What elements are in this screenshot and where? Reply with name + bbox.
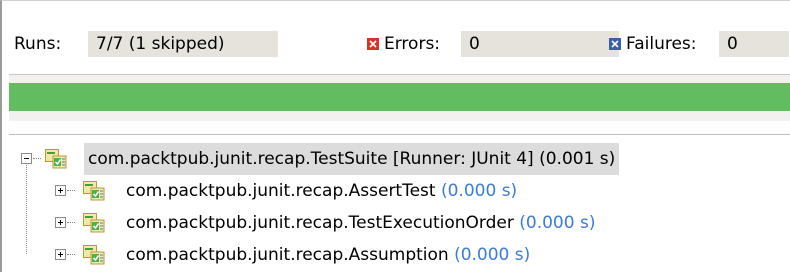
test-time: (0.000 s) — [519, 213, 596, 233]
tree-row-label: com.packtpub.junit.recap.Assumption (0.0… — [122, 239, 534, 271]
test-suite-ok-icon — [83, 181, 105, 201]
errors-label: Errors: — [384, 34, 441, 54]
counter-panel: Runs: 7/7 (1 skipped) Errors: 0 Failures… — [14, 31, 790, 57]
runs-value: 7/7 (1 skipped) — [88, 31, 278, 57]
error-icon — [367, 38, 379, 50]
test-time: (0.000 s) — [454, 245, 531, 265]
expand-toggle-icon[interactable] — [55, 217, 66, 228]
test-name: com.packtpub.junit.recap.AssertTest — [126, 181, 436, 201]
errors-value: 0 — [461, 31, 619, 57]
collapse-toggle-icon[interactable] — [21, 153, 32, 164]
test-tree[interactable]: com.packtpub.junit.recap.TestSuite [Runn… — [2, 139, 790, 272]
failures-label: Failures: — [626, 34, 697, 54]
progress-bar — [9, 74, 790, 121]
junit-view-panel: Runs: 7/7 (1 skipped) Errors: 0 Failures… — [0, 0, 790, 272]
tree-row-root[interactable]: com.packtpub.junit.recap.TestSuite [Runn… — [2, 143, 790, 175]
tree-row-label: com.packtpub.junit.recap.AssertTest (0.0… — [122, 175, 521, 207]
progress-bar-fill — [9, 83, 790, 111]
failure-icon — [609, 38, 621, 50]
test-name: com.packtpub.junit.recap.Assumption — [126, 245, 449, 265]
tree-connector — [67, 222, 75, 223]
divider — [9, 134, 790, 135]
tree-row[interactable]: com.packtpub.junit.recap.AssertTest (0.0… — [2, 175, 790, 207]
test-name: com.packtpub.junit.recap.TestExecutionOr… — [126, 213, 514, 233]
test-name: com.packtpub.junit.recap.TestSuite [Runn… — [88, 149, 534, 169]
test-time: (0.000 s) — [440, 181, 518, 201]
test-time: (0.001 s) — [539, 149, 616, 169]
expand-toggle-icon[interactable] — [55, 249, 66, 260]
tree-connector — [33, 158, 41, 159]
tree-connector — [67, 254, 75, 255]
tree-row[interactable]: com.packtpub.junit.recap.TestExecutionOr… — [2, 207, 790, 239]
expand-toggle-icon[interactable] — [55, 185, 66, 196]
runs-label: Runs: — [14, 34, 62, 54]
tree-connector — [67, 190, 75, 191]
test-suite-ok-icon — [83, 213, 105, 233]
tree-row-label: com.packtpub.junit.recap.TestSuite [Runn… — [84, 143, 620, 175]
failures-value: 0 — [719, 31, 789, 57]
tree-row-label: com.packtpub.junit.recap.TestExecutionOr… — [122, 207, 599, 239]
tree-row[interactable]: com.packtpub.junit.recap.Assumption (0.0… — [2, 239, 790, 271]
test-suite-ok-icon — [83, 245, 105, 265]
test-suite-ok-icon — [45, 149, 67, 169]
